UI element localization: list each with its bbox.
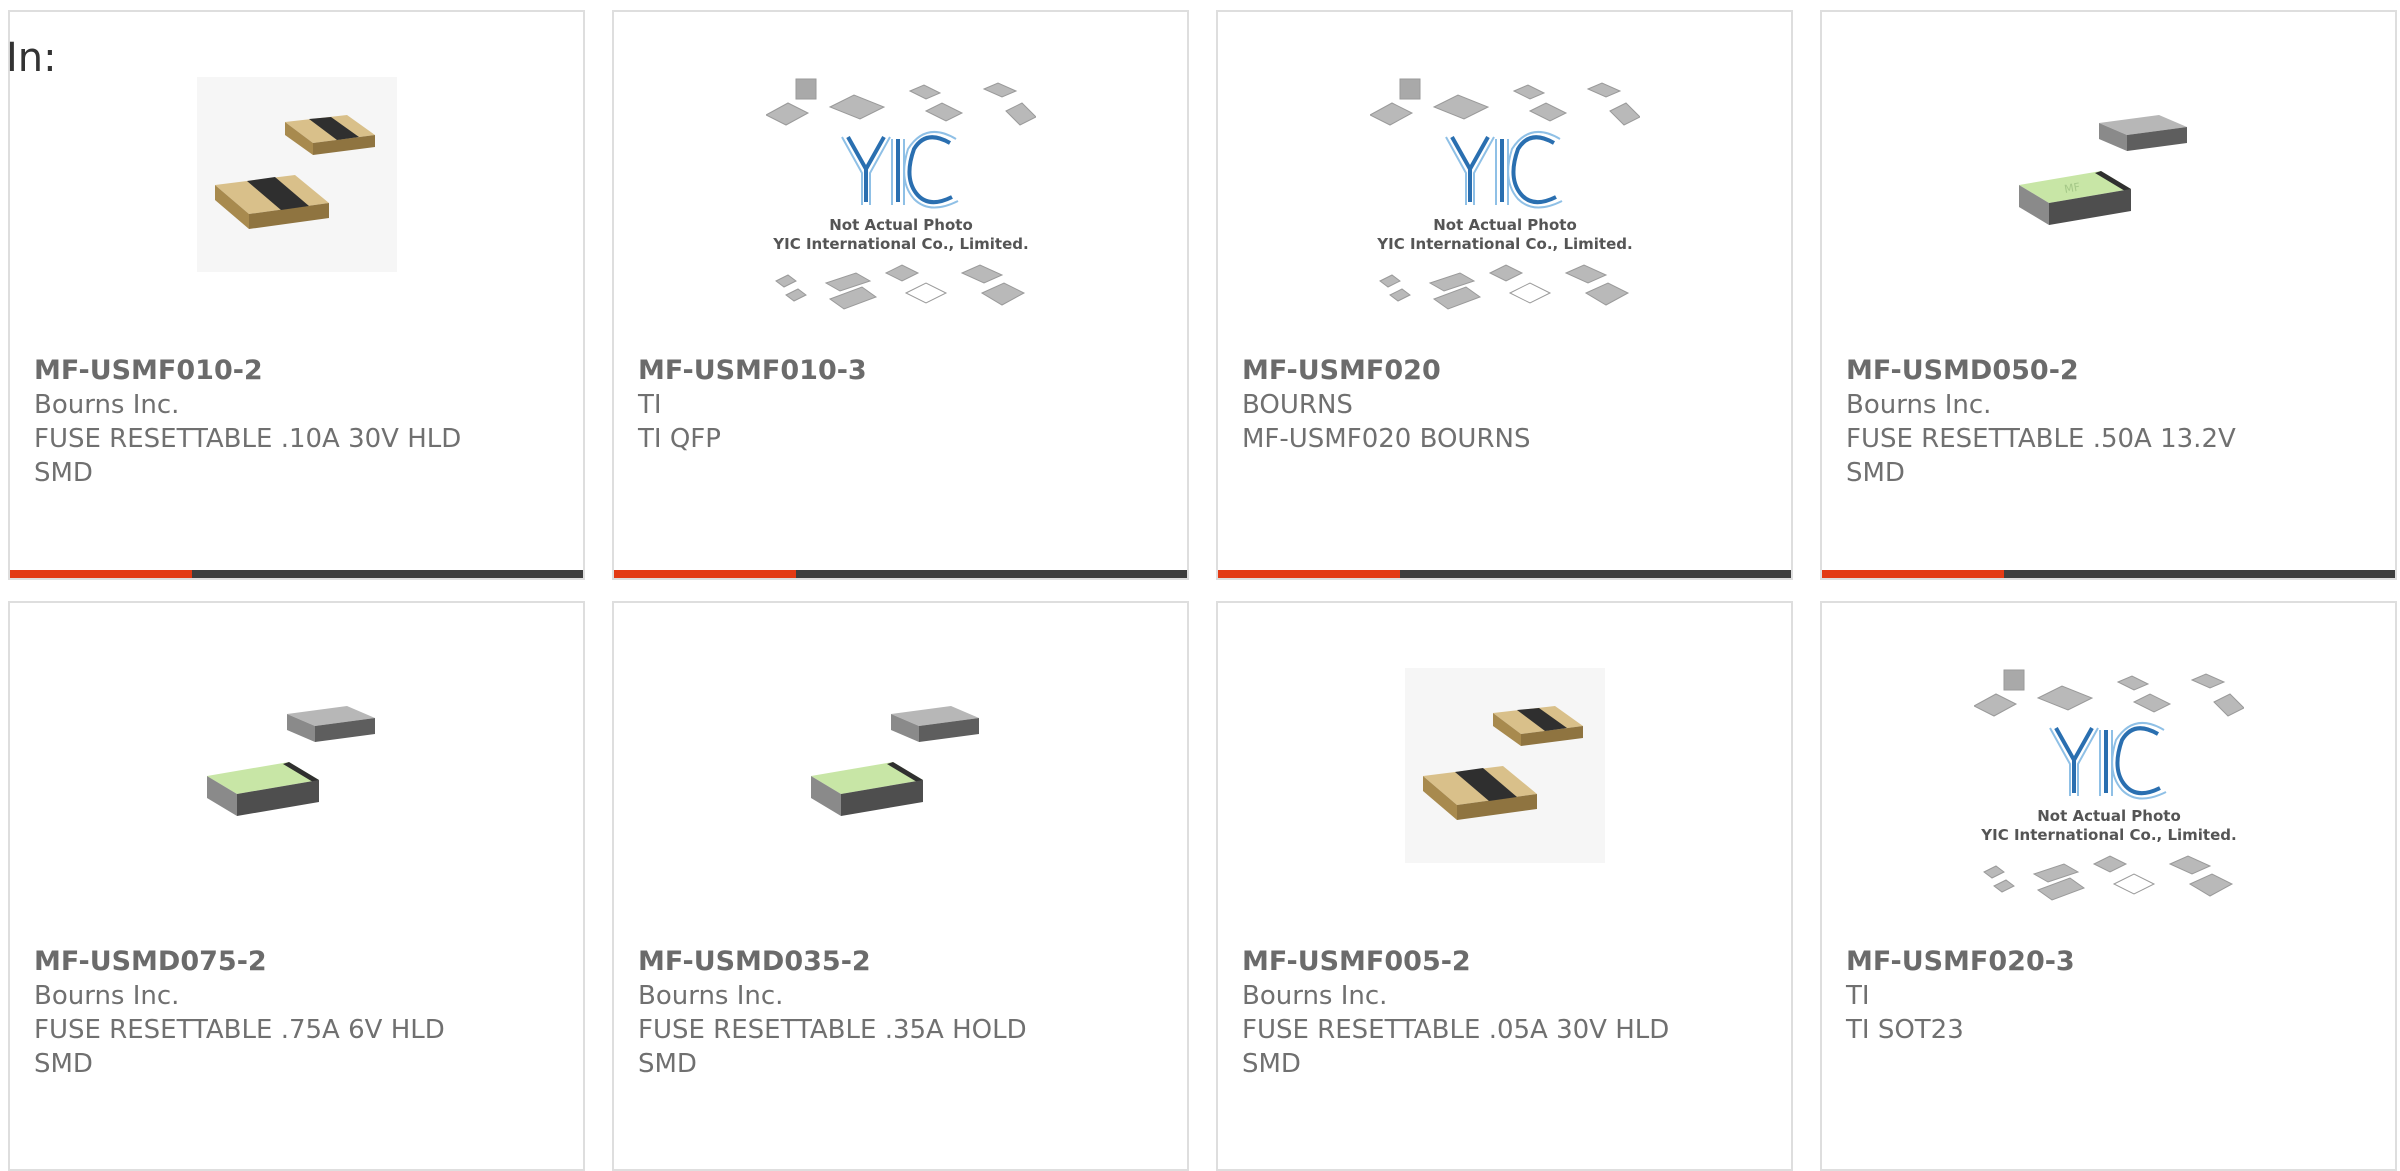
product-info: MF-USMF005-2 Bourns Inc. FUSE RESETTABLE… <box>1242 945 1775 1081</box>
product-card[interactable]: Not Actual Photo YIC International Co., … <box>612 10 1189 580</box>
manufacturer: TI <box>638 390 662 420</box>
not-actual-photo-image: Not Actual Photo YIC International Co., … <box>1369 78 1640 310</box>
description-cont: SMD <box>638 1049 697 1079</box>
product-info: MF-USMF010-2 Bourns Inc. FUSE RESETTABLE… <box>34 354 567 490</box>
not-actual-photo-image: Not Actual Photo YIC International Co., … <box>1973 669 2244 901</box>
part-number-link[interactable]: MF-USMF010-3 <box>638 354 1171 388</box>
product-card[interactable]: MF-USMF005-2 Bourns Inc. FUSE RESETTABLE… <box>1216 601 1793 1171</box>
part-number-link[interactable]: MF-USMD050-2 <box>1846 354 2379 388</box>
product-grid: MF-USMF010-2 Bourns Inc. FUSE RESETTABLE… <box>8 10 2397 1171</box>
product-info: MF-USMD075-2 Bourns Inc. FUSE RESETTABLE… <box>34 945 567 1081</box>
manufacturer: Bourns Inc. <box>1846 390 1992 420</box>
description-cont: SMD <box>34 1049 93 1079</box>
placeholder-line1: Not Actual Photo <box>829 216 973 234</box>
in-label: In: <box>6 35 57 81</box>
smd-chip-green-image: MF <box>2018 115 2187 225</box>
card-bottom-bar <box>1218 570 1791 578</box>
manufacturer: TI <box>1846 981 1870 1011</box>
product-card[interactable]: Not Actual Photo YIC International Co., … <box>1216 10 1793 580</box>
product-image[interactable]: Not Actual Photo YIC International Co., … <box>1218 77 1791 357</box>
description: MF-USMF020 BOURNS <box>1242 424 1531 454</box>
manufacturer: Bourns Inc. <box>1242 981 1388 1011</box>
description: FUSE RESETTABLE .75A 6V HLD <box>34 1015 445 1045</box>
product-image[interactable]: MF <box>1822 77 2395 357</box>
not-actual-photo-image: Not Actual Photo YIC International Co., … <box>765 78 1036 310</box>
placeholder-line1: Not Actual Photo <box>2037 807 2181 825</box>
card-bottom-bar <box>614 570 1187 578</box>
product-image[interactable]: Not Actual Photo YIC International Co., … <box>614 77 1187 357</box>
product-image[interactable] <box>10 77 583 357</box>
placeholder-line2: YIC International Co., Limited. <box>1376 235 1632 253</box>
manufacturer: Bourns Inc. <box>34 390 180 420</box>
description: FUSE RESETTABLE .05A 30V HLD <box>1242 1015 1670 1045</box>
card-accent-bar <box>1218 570 1400 578</box>
placeholder-line2: YIC International Co., Limited. <box>1980 826 2236 844</box>
product-image[interactable] <box>10 668 583 948</box>
product-image[interactable]: Not Actual Photo YIC International Co., … <box>1822 668 2395 948</box>
card-accent-bar <box>614 570 796 578</box>
product-card[interactable]: MF-USMD035-2 Bourns Inc. FUSE RESETTABLE… <box>612 601 1189 1171</box>
product-info: MF-USMD035-2 Bourns Inc. FUSE RESETTABLE… <box>638 945 1171 1081</box>
manufacturer: Bourns Inc. <box>34 981 180 1011</box>
card-bottom-bar <box>1822 570 2395 578</box>
card-accent-bar <box>10 570 192 578</box>
product-card[interactable]: MF-USMF010-2 Bourns Inc. FUSE RESETTABLE… <box>8 10 585 580</box>
description: FUSE RESETTABLE .10A 30V HLD <box>34 424 462 454</box>
manufacturer: Bourns Inc. <box>638 981 784 1011</box>
placeholder-line1: Not Actual Photo <box>1433 216 1577 234</box>
product-card[interactable]: Not Actual Photo YIC International Co., … <box>1820 601 2397 1171</box>
product-card[interactable]: MF MF-USMD050-2 Bourns Inc. FUSE RESETTA… <box>1820 10 2397 580</box>
product-image[interactable] <box>1218 668 1791 948</box>
description-cont: SMD <box>1242 1049 1301 1079</box>
card-accent-bar <box>1822 570 2004 578</box>
description: TI QFP <box>638 424 721 454</box>
product-info: MF-USMF010-3 TI TI QFP <box>638 354 1171 456</box>
product-card[interactable]: MF-USMD075-2 Bourns Inc. FUSE RESETTABLE… <box>8 601 585 1171</box>
part-number-link[interactable]: MF-USMD075-2 <box>34 945 567 979</box>
placeholder-line2: YIC International Co., Limited. <box>772 235 1028 253</box>
description-cont: SMD <box>34 458 93 488</box>
product-info: MF-USMD050-2 Bourns Inc. FUSE RESETTABLE… <box>1846 354 2379 490</box>
product-image[interactable] <box>614 668 1187 948</box>
card-bottom-bar <box>10 570 583 578</box>
fuse-chip-pair-image <box>1404 668 1605 863</box>
part-number-link[interactable]: MF-USMF010-2 <box>34 354 567 388</box>
part-number-link[interactable]: MF-USMF005-2 <box>1242 945 1775 979</box>
description-cont: SMD <box>1846 458 1905 488</box>
part-number-link[interactable]: MF-USMF020 <box>1242 354 1775 388</box>
svg-text:MF: MF <box>2063 180 2081 196</box>
part-number-link[interactable]: MF-USMF020-3 <box>1846 945 2379 979</box>
smd-chip-green-image <box>206 706 375 816</box>
manufacturer: BOURNS <box>1242 390 1353 420</box>
product-info: MF-USMF020-3 TI TI SOT23 <box>1846 945 2379 1047</box>
fuse-chip-pair-image <box>196 77 397 272</box>
description: FUSE RESETTABLE .50A 13.2V <box>1846 424 2236 454</box>
description: FUSE RESETTABLE .35A HOLD <box>638 1015 1027 1045</box>
description: TI SOT23 <box>1846 1015 1964 1045</box>
product-info: MF-USMF020 BOURNS MF-USMF020 BOURNS <box>1242 354 1775 456</box>
part-number-link[interactable]: MF-USMD035-2 <box>638 945 1171 979</box>
smd-chip-green-image <box>810 706 979 816</box>
